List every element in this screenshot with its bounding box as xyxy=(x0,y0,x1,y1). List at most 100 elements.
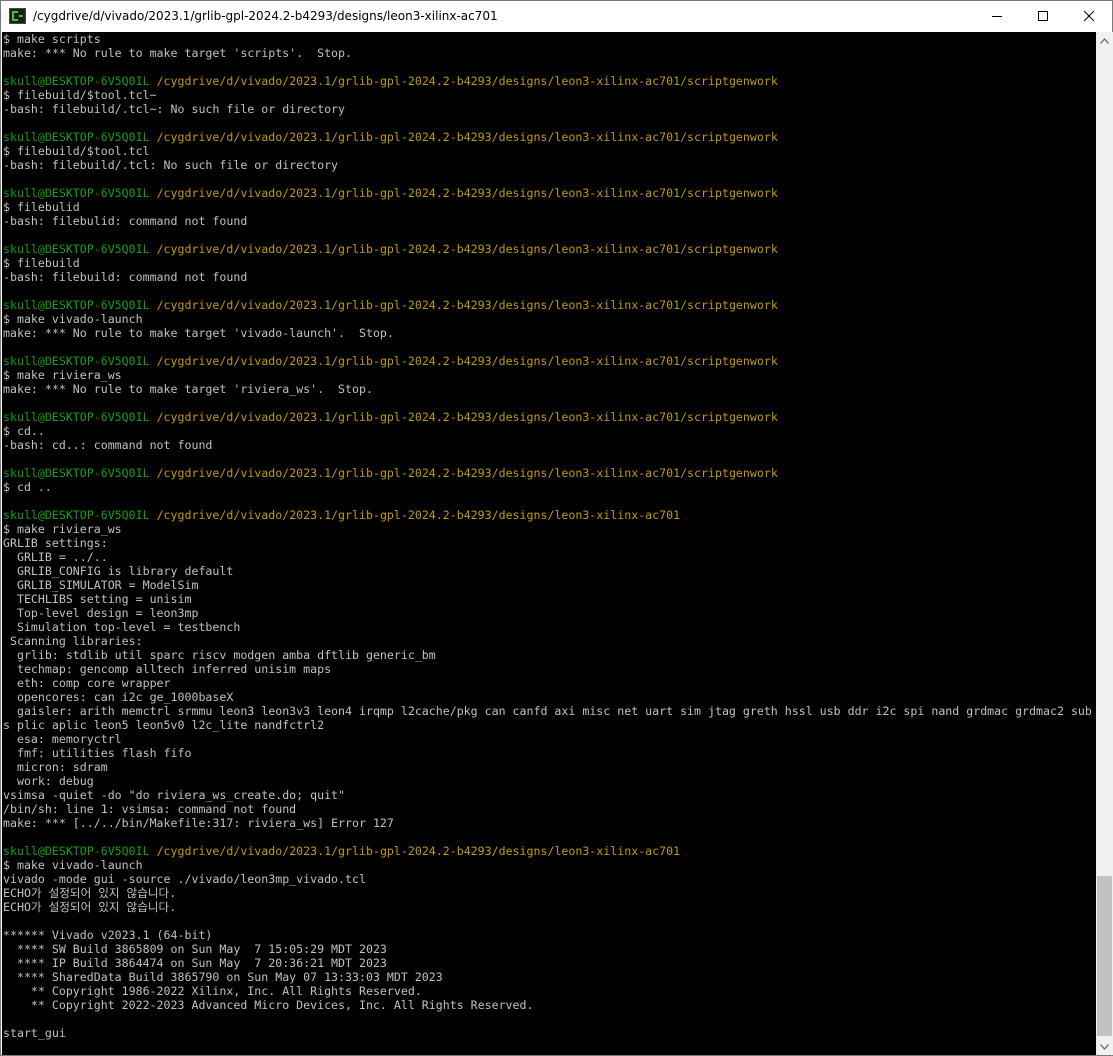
prompt-user: skull@DESKTOP-6V5Q0IL xyxy=(3,466,150,480)
output-line: start_gui xyxy=(3,1026,66,1040)
terminal-window: /cygdrive/d/vivado/2023.1/grlib-gpl-2024… xyxy=(0,0,1113,1056)
terminal-lines: $ make scripts make: *** No rule to make … xyxy=(3,32,1092,1040)
prompt-line: skull@DESKTOP-6V5Q0IL /cygdrive/d/vivado… xyxy=(3,186,1092,200)
title-bar[interactable]: /cygdrive/d/vivado/2023.1/grlib-gpl-2024… xyxy=(1,1,1112,32)
output-line: GRLIB settings: xyxy=(3,536,108,550)
output-line: esa: memoryctrl xyxy=(3,732,122,746)
mintty-icon xyxy=(9,8,26,24)
chevron-up-icon xyxy=(1100,37,1109,44)
prompt-line: skull@DESKTOP-6V5Q0IL /cygdrive/d/vivado… xyxy=(3,466,1092,480)
output-line: make: *** No rule to make target 'vivado… xyxy=(3,326,394,340)
prompt-path: /cygdrive/d/vivado/2023.1/grlib-gpl-2024… xyxy=(156,466,778,480)
output-line: -bash: filebuild/.tcl: No such file or d… xyxy=(3,158,339,172)
scroll-down-button[interactable] xyxy=(1096,1038,1113,1055)
prompt-user: skull@DESKTOP-6V5Q0IL xyxy=(3,186,150,200)
maximize-button[interactable] xyxy=(1020,1,1066,31)
prompt-user: skull@DESKTOP-6V5Q0IL xyxy=(3,410,150,424)
output-line: ECHO가 설정되어 있지 않습니다. xyxy=(3,886,177,900)
output-line: make: *** No rule to make target 'rivier… xyxy=(3,382,373,396)
output-line: $ filebuild/$tool.tcl~ xyxy=(3,88,157,102)
scroll-up-button[interactable] xyxy=(1096,32,1113,49)
output-line: TECHLIBS setting = unisim xyxy=(3,592,192,606)
output-line: $ cd.. xyxy=(3,424,45,438)
output-line: eth: comp core wrapper xyxy=(3,676,171,690)
prompt-user: skull@DESKTOP-6V5Q0IL xyxy=(3,298,150,312)
minimize-button[interactable] xyxy=(974,1,1020,31)
output-line: fmf: utilities flash fifo xyxy=(3,746,192,760)
prompt-line: skull@DESKTOP-6V5Q0IL /cygdrive/d/vivado… xyxy=(3,844,1092,858)
output-line: GRLIB_SIMULATOR = ModelSim xyxy=(3,578,199,592)
output-line: vsimsa -quiet -do "do riviera_ws_create.… xyxy=(3,788,346,802)
output-line: $ make vivado-launch xyxy=(3,312,143,326)
prompt-path: /cygdrive/d/vivado/2023.1/grlib-gpl-2024… xyxy=(156,410,778,424)
vertical-scrollbar[interactable] xyxy=(1096,32,1113,1055)
prompt-line: skull@DESKTOP-6V5Q0IL /cygdrive/d/vivado… xyxy=(3,508,1092,522)
prompt-line: skull@DESKTOP-6V5Q0IL /cygdrive/d/vivado… xyxy=(3,74,1092,88)
output-line: GRLIB = ../.. xyxy=(3,550,108,564)
prompt-user: skull@DESKTOP-6V5Q0IL xyxy=(3,508,150,522)
scrollbar-thumb[interactable] xyxy=(1097,876,1112,1036)
output-line: $ make scripts xyxy=(3,32,101,46)
minimize-icon xyxy=(992,16,1002,17)
output-line: ECHO가 설정되어 있지 않습니다. xyxy=(3,900,177,914)
prompt-path: /cygdrive/d/vivado/2023.1/grlib-gpl-2024… xyxy=(156,354,778,368)
output-line: make: *** [../../bin/Makefile:317: rivie… xyxy=(3,816,394,830)
output-line: $ filebulid xyxy=(3,200,80,214)
output-line: -bash: filebulid: command not found xyxy=(3,214,248,228)
output-line: **** SW Build 3865809 on Sun May 7 15:05… xyxy=(3,942,387,956)
output-line: $ make riviera_ws xyxy=(3,368,122,382)
output-line: Scanning libraries: xyxy=(3,634,143,648)
terminal-output[interactable]: $ make scripts make: *** No rule to make … xyxy=(2,32,1096,1055)
output-line: $ make riviera_ws xyxy=(3,522,122,536)
output-line: ** Copyright 1986-2022 Xilinx, Inc. All … xyxy=(3,984,422,998)
output-line: GRLIB_CONFIG is library default xyxy=(3,564,234,578)
output-line: -bash: filebuild/.tcl~: No such file or … xyxy=(3,102,346,116)
output-line: $ cd .. xyxy=(3,480,52,494)
prompt-path: /cygdrive/d/vivado/2023.1/grlib-gpl-2024… xyxy=(156,298,778,312)
output-line: grlib: stdlib util sparc riscv modgen am… xyxy=(3,648,436,662)
output-line: -bash: filebuild: command not found xyxy=(3,270,248,284)
chevron-down-icon xyxy=(1100,1043,1109,1050)
prompt-path: /cygdrive/d/vivado/2023.1/grlib-gpl-2024… xyxy=(156,844,681,858)
maximize-icon xyxy=(1038,11,1048,21)
prompt-path: /cygdrive/d/vivado/2023.1/grlib-gpl-2024… xyxy=(156,186,778,200)
prompt-path: /cygdrive/d/vivado/2023.1/grlib-gpl-2024… xyxy=(156,508,681,522)
window-title: /cygdrive/d/vivado/2023.1/grlib-gpl-2024… xyxy=(33,9,498,23)
prompt-user: skull@DESKTOP-6V5Q0IL xyxy=(3,242,150,256)
output-line: $ filebuild xyxy=(3,256,80,270)
output-line: $ filebuild/$tool.tcl xyxy=(3,144,150,158)
prompt-line: skull@DESKTOP-6V5Q0IL /cygdrive/d/vivado… xyxy=(3,354,1092,368)
output-line: **** SharedData Build 3865790 on Sun May… xyxy=(3,970,443,984)
prompt-line: skull@DESKTOP-6V5Q0IL /cygdrive/d/vivado… xyxy=(3,298,1092,312)
output-line: techmap: gencomp alltech inferred unisim… xyxy=(3,662,332,676)
prompt-user: skull@DESKTOP-6V5Q0IL xyxy=(3,130,150,144)
prompt-user: skull@DESKTOP-6V5Q0IL xyxy=(3,74,150,88)
output-line: s plic aplic leon5 leon5v0 l2c_lite nand… xyxy=(3,718,325,732)
output-line: ****** Vivado v2023.1 (64-bit) xyxy=(3,928,213,942)
output-line: **** IP Build 3864474 on Sun May 7 20:36… xyxy=(3,956,387,970)
prompt-line: skull@DESKTOP-6V5Q0IL /cygdrive/d/vivado… xyxy=(3,130,1092,144)
prompt-user: skull@DESKTOP-6V5Q0IL xyxy=(3,844,150,858)
prompt-line: skull@DESKTOP-6V5Q0IL /cygdrive/d/vivado… xyxy=(3,410,1092,424)
prompt-line: skull@DESKTOP-6V5Q0IL /cygdrive/d/vivado… xyxy=(3,242,1092,256)
output-line: /bin/sh: line 1: vsimsa: command not fou… xyxy=(3,802,297,816)
output-line: micron: sdram xyxy=(3,760,108,774)
prompt-user: skull@DESKTOP-6V5Q0IL xyxy=(3,354,150,368)
output-line: Top-level design = leon3mp xyxy=(3,606,199,620)
prompt-path: /cygdrive/d/vivado/2023.1/grlib-gpl-2024… xyxy=(156,74,778,88)
prompt-path: /cygdrive/d/vivado/2023.1/grlib-gpl-2024… xyxy=(156,130,778,144)
prompt-path: /cygdrive/d/vivado/2023.1/grlib-gpl-2024… xyxy=(156,242,778,256)
close-button[interactable] xyxy=(1066,1,1112,31)
output-line: Simulation top-level = testbench xyxy=(3,620,241,634)
